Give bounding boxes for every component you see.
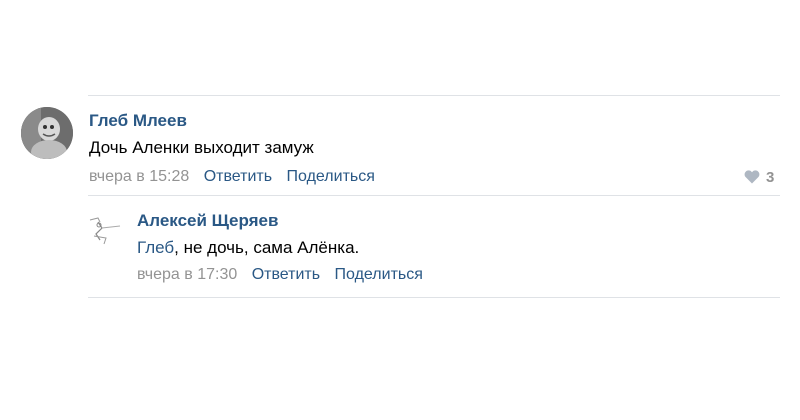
comment-author[interactable]: Глеб Млеев	[89, 111, 187, 131]
comments-thread: Глеб Млеев Дочь Аленки выходит замуж вче…	[0, 0, 800, 420]
profile-photo-icon	[21, 107, 73, 159]
sketch-avatar-icon	[84, 210, 124, 250]
reply-text-body: , не дочь, сама Алёнка.	[174, 238, 360, 257]
comment-text: Дочь Аленки выходит замуж	[89, 138, 314, 157]
reply-avatar[interactable]	[84, 210, 124, 250]
comment: Глеб Млеев Дочь Аленки выходит замуж вче…	[0, 0, 800, 195]
reply-comment: Алексей Щеряев Глеб, не дочь, сама Алёнк…	[0, 196, 800, 298]
reply-button[interactable]: Ответить	[204, 168, 272, 185]
reply-share-button[interactable]: Поделиться	[335, 266, 423, 283]
share-button[interactable]: Поделиться	[287, 168, 375, 185]
comment-date[interactable]: вчера в 15:28	[89, 168, 189, 185]
like-button[interactable]: 3	[744, 169, 774, 186]
reply-text: Глеб, не дочь, сама Алёнка.	[137, 238, 359, 258]
reply-date[interactable]: вчера в 17:30	[137, 266, 237, 283]
reply-reply-button[interactable]: Ответить	[252, 266, 320, 283]
comment-meta: вчера в 15:28 Ответить Поделиться	[89, 168, 375, 186]
reply-author[interactable]: Алексей Щеряев	[137, 211, 278, 231]
avatar[interactable]	[21, 107, 73, 159]
mention-link[interactable]: Глеб	[137, 238, 174, 257]
heart-icon	[744, 170, 760, 184]
like-count: 3	[766, 169, 775, 186]
reply-meta: вчера в 17:30 Ответить Поделиться	[137, 266, 423, 284]
bottom-divider	[88, 297, 780, 298]
